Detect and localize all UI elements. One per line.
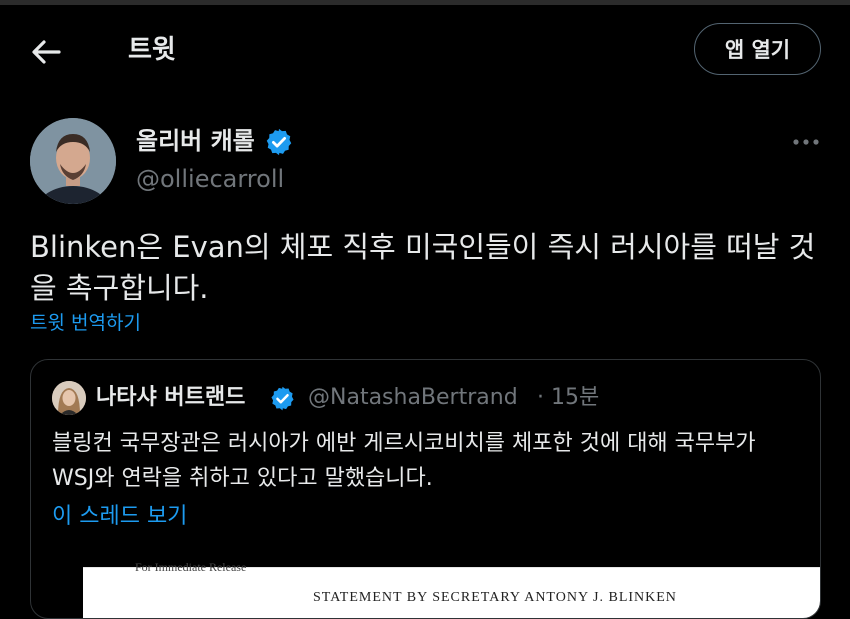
separator-dot: ·: [537, 385, 544, 410]
author-avatar[interactable]: [30, 118, 116, 204]
translate-tweet-link[interactable]: 트윗 번역하기: [30, 309, 141, 337]
show-thread-link[interactable]: 이 스레드 보기: [52, 501, 187, 533]
top-bar: 트윗 앱 열기: [0, 0, 850, 100]
open-app-button[interactable]: 앱 열기: [694, 23, 821, 75]
tweet-text: Blinken은 Evan의 체포 직후 미국인들이 즉시 러시아를 떠날 것을…: [30, 230, 816, 305]
more-options-button[interactable]: [789, 130, 823, 154]
quoted-tweet-text: 블링컨 국무장관은 러시아가 에반 게르시코비치를 체포한 것에 대해 국무부가…: [52, 431, 756, 491]
quoted-tweet-card[interactable]: 나타샤 버트랜드 @NatashaBertrand · 15분 블링컨 국무장관…: [30, 359, 821, 619]
verified-badge-icon: [266, 128, 292, 156]
quoted-tweet-time: 15분: [551, 385, 600, 410]
quoted-tweet-image[interactable]: For Immediate Release STATEMENT BY SECRE…: [83, 560, 820, 618]
author-name[interactable]: 올리버 캐롤: [136, 124, 255, 158]
more-horizontal-icon: [793, 139, 819, 145]
image-release-text: For Immediate Release: [135, 560, 247, 574]
avatar-photo: [30, 118, 116, 204]
back-button[interactable]: [22, 30, 70, 74]
quoted-author-avatar: [52, 381, 86, 415]
arrow-left-icon: [32, 40, 61, 64]
quoted-author-handle: @NatashaBertrand: [308, 385, 518, 410]
avatar-photo: [52, 381, 86, 415]
image-statement-heading: STATEMENT BY SECRETARY ANTONY J. BLINKEN: [313, 590, 677, 605]
verified-badge-icon: [271, 386, 294, 411]
author-handle[interactable]: @olliecarroll: [136, 162, 284, 196]
quoted-author-name: 나타샤 버트랜드: [96, 385, 246, 410]
page-title: 트윗: [128, 35, 176, 65]
